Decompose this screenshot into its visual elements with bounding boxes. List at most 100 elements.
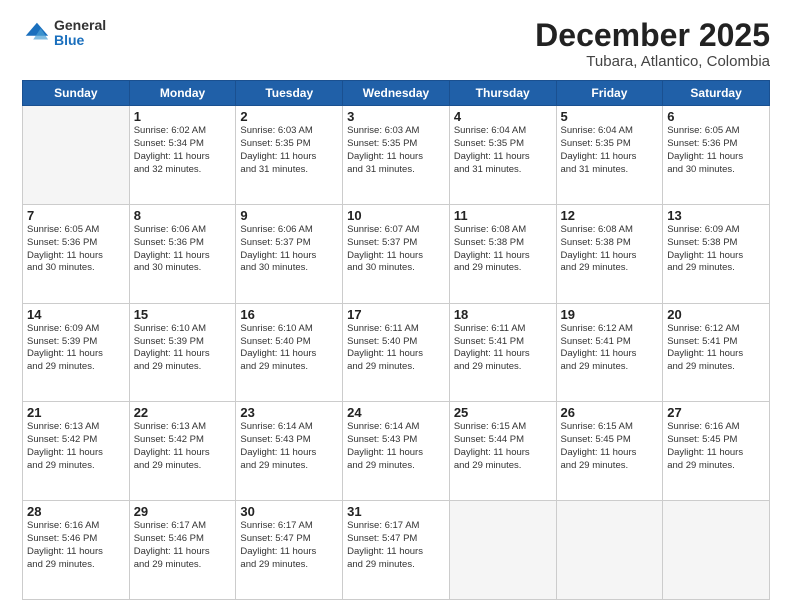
day-number: 22 xyxy=(134,405,232,420)
day-number: 30 xyxy=(240,504,338,519)
day-number: 29 xyxy=(134,504,232,519)
day-number: 28 xyxy=(27,504,125,519)
day-info: Sunrise: 6:13 AM Sunset: 5:42 PM Dayligh… xyxy=(27,421,125,472)
day-number: 4 xyxy=(454,109,552,124)
day-info: Sunrise: 6:05 AM Sunset: 5:36 PM Dayligh… xyxy=(27,224,125,275)
calendar-cell-day-19: 19Sunrise: 6:12 AM Sunset: 5:41 PM Dayli… xyxy=(556,303,663,402)
day-info: Sunrise: 6:15 AM Sunset: 5:45 PM Dayligh… xyxy=(561,421,659,472)
calendar-cell-day-11: 11Sunrise: 6:08 AM Sunset: 5:38 PM Dayli… xyxy=(449,204,556,303)
day-number: 1 xyxy=(134,109,232,124)
day-number: 23 xyxy=(240,405,338,420)
calendar-cell-empty xyxy=(556,501,663,600)
day-number: 12 xyxy=(561,208,659,223)
day-info: Sunrise: 6:02 AM Sunset: 5:34 PM Dayligh… xyxy=(134,125,232,176)
day-info: Sunrise: 6:14 AM Sunset: 5:43 PM Dayligh… xyxy=(347,421,445,472)
day-number: 8 xyxy=(134,208,232,223)
calendar-cell-day-24: 24Sunrise: 6:14 AM Sunset: 5:43 PM Dayli… xyxy=(343,402,450,501)
weekday-header-wednesday: Wednesday xyxy=(343,81,450,106)
day-number: 14 xyxy=(27,307,125,322)
day-number: 2 xyxy=(240,109,338,124)
day-number: 31 xyxy=(347,504,445,519)
day-number: 13 xyxy=(667,208,765,223)
day-info: Sunrise: 6:08 AM Sunset: 5:38 PM Dayligh… xyxy=(454,224,552,275)
calendar-cell-day-20: 20Sunrise: 6:12 AM Sunset: 5:41 PM Dayli… xyxy=(663,303,770,402)
day-number: 7 xyxy=(27,208,125,223)
day-number: 25 xyxy=(454,405,552,420)
day-info: Sunrise: 6:03 AM Sunset: 5:35 PM Dayligh… xyxy=(347,125,445,176)
calendar-title: December 2025 xyxy=(535,18,770,53)
day-info: Sunrise: 6:05 AM Sunset: 5:36 PM Dayligh… xyxy=(667,125,765,176)
calendar-cell-day-2: 2Sunrise: 6:03 AM Sunset: 5:35 PM Daylig… xyxy=(236,106,343,205)
title-block: December 2025 Tubara, Atlantico, Colombi… xyxy=(535,18,770,70)
calendar-cell-day-27: 27Sunrise: 6:16 AM Sunset: 5:45 PM Dayli… xyxy=(663,402,770,501)
calendar-cell-day-21: 21Sunrise: 6:13 AM Sunset: 5:42 PM Dayli… xyxy=(23,402,130,501)
day-number: 17 xyxy=(347,307,445,322)
calendar-week-row: 7Sunrise: 6:05 AM Sunset: 5:36 PM Daylig… xyxy=(23,204,770,303)
calendar-week-row: 28Sunrise: 6:16 AM Sunset: 5:46 PM Dayli… xyxy=(23,501,770,600)
calendar-cell-day-25: 25Sunrise: 6:15 AM Sunset: 5:44 PM Dayli… xyxy=(449,402,556,501)
calendar-week-row: 1Sunrise: 6:02 AM Sunset: 5:34 PM Daylig… xyxy=(23,106,770,205)
day-info: Sunrise: 6:17 AM Sunset: 5:46 PM Dayligh… xyxy=(134,520,232,571)
weekday-header-sunday: Sunday xyxy=(23,81,130,106)
calendar-cell-day-16: 16Sunrise: 6:10 AM Sunset: 5:40 PM Dayli… xyxy=(236,303,343,402)
day-info: Sunrise: 6:17 AM Sunset: 5:47 PM Dayligh… xyxy=(240,520,338,571)
calendar-cell-day-12: 12Sunrise: 6:08 AM Sunset: 5:38 PM Dayli… xyxy=(556,204,663,303)
day-number: 18 xyxy=(454,307,552,322)
calendar-table: SundayMondayTuesdayWednesdayThursdayFrid… xyxy=(22,80,770,600)
day-info: Sunrise: 6:16 AM Sunset: 5:45 PM Dayligh… xyxy=(667,421,765,472)
calendar-cell-day-5: 5Sunrise: 6:04 AM Sunset: 5:35 PM Daylig… xyxy=(556,106,663,205)
weekday-header-thursday: Thursday xyxy=(449,81,556,106)
day-info: Sunrise: 6:14 AM Sunset: 5:43 PM Dayligh… xyxy=(240,421,338,472)
day-info: Sunrise: 6:09 AM Sunset: 5:38 PM Dayligh… xyxy=(667,224,765,275)
day-info: Sunrise: 6:07 AM Sunset: 5:37 PM Dayligh… xyxy=(347,224,445,275)
calendar-cell-day-18: 18Sunrise: 6:11 AM Sunset: 5:41 PM Dayli… xyxy=(449,303,556,402)
logo-blue-text: Blue xyxy=(54,33,106,48)
calendar-cell-day-13: 13Sunrise: 6:09 AM Sunset: 5:38 PM Dayli… xyxy=(663,204,770,303)
calendar-cell-day-17: 17Sunrise: 6:11 AM Sunset: 5:40 PM Dayli… xyxy=(343,303,450,402)
day-info: Sunrise: 6:06 AM Sunset: 5:36 PM Dayligh… xyxy=(134,224,232,275)
day-number: 27 xyxy=(667,405,765,420)
day-info: Sunrise: 6:06 AM Sunset: 5:37 PM Dayligh… xyxy=(240,224,338,275)
calendar-cell-day-4: 4Sunrise: 6:04 AM Sunset: 5:35 PM Daylig… xyxy=(449,106,556,205)
calendar-cell-day-22: 22Sunrise: 6:13 AM Sunset: 5:42 PM Dayli… xyxy=(129,402,236,501)
weekday-header-saturday: Saturday xyxy=(663,81,770,106)
calendar-cell-day-10: 10Sunrise: 6:07 AM Sunset: 5:37 PM Dayli… xyxy=(343,204,450,303)
day-number: 21 xyxy=(27,405,125,420)
day-info: Sunrise: 6:11 AM Sunset: 5:41 PM Dayligh… xyxy=(454,323,552,374)
calendar-cell-day-31: 31Sunrise: 6:17 AM Sunset: 5:47 PM Dayli… xyxy=(343,501,450,600)
day-number: 19 xyxy=(561,307,659,322)
header: General Blue December 2025 Tubara, Atlan… xyxy=(22,18,770,70)
day-number: 10 xyxy=(347,208,445,223)
logo-text: General Blue xyxy=(54,18,106,49)
day-number: 9 xyxy=(240,208,338,223)
logo-icon xyxy=(22,19,50,47)
calendar-cell-day-8: 8Sunrise: 6:06 AM Sunset: 5:36 PM Daylig… xyxy=(129,204,236,303)
calendar-cell-day-30: 30Sunrise: 6:17 AM Sunset: 5:47 PM Dayli… xyxy=(236,501,343,600)
day-number: 3 xyxy=(347,109,445,124)
day-number: 16 xyxy=(240,307,338,322)
day-info: Sunrise: 6:12 AM Sunset: 5:41 PM Dayligh… xyxy=(561,323,659,374)
day-info: Sunrise: 6:10 AM Sunset: 5:40 PM Dayligh… xyxy=(240,323,338,374)
day-number: 24 xyxy=(347,405,445,420)
day-info: Sunrise: 6:08 AM Sunset: 5:38 PM Dayligh… xyxy=(561,224,659,275)
calendar-location: Tubara, Atlantico, Colombia xyxy=(535,53,770,70)
day-info: Sunrise: 6:11 AM Sunset: 5:40 PM Dayligh… xyxy=(347,323,445,374)
calendar-cell-day-1: 1Sunrise: 6:02 AM Sunset: 5:34 PM Daylig… xyxy=(129,106,236,205)
day-number: 15 xyxy=(134,307,232,322)
calendar-cell-day-15: 15Sunrise: 6:10 AM Sunset: 5:39 PM Dayli… xyxy=(129,303,236,402)
logo-general-text: General xyxy=(54,18,106,33)
day-info: Sunrise: 6:04 AM Sunset: 5:35 PM Dayligh… xyxy=(454,125,552,176)
weekday-header-tuesday: Tuesday xyxy=(236,81,343,106)
calendar-cell-day-3: 3Sunrise: 6:03 AM Sunset: 5:35 PM Daylig… xyxy=(343,106,450,205)
calendar-cell-day-28: 28Sunrise: 6:16 AM Sunset: 5:46 PM Dayli… xyxy=(23,501,130,600)
calendar-week-row: 14Sunrise: 6:09 AM Sunset: 5:39 PM Dayli… xyxy=(23,303,770,402)
weekday-header-row: SundayMondayTuesdayWednesdayThursdayFrid… xyxy=(23,81,770,106)
calendar-cell-empty xyxy=(663,501,770,600)
day-info: Sunrise: 6:12 AM Sunset: 5:41 PM Dayligh… xyxy=(667,323,765,374)
weekday-header-friday: Friday xyxy=(556,81,663,106)
weekday-header-monday: Monday xyxy=(129,81,236,106)
logo: General Blue xyxy=(22,18,106,49)
calendar-cell-day-23: 23Sunrise: 6:14 AM Sunset: 5:43 PM Dayli… xyxy=(236,402,343,501)
calendar-cell-day-6: 6Sunrise: 6:05 AM Sunset: 5:36 PM Daylig… xyxy=(663,106,770,205)
calendar-cell-empty xyxy=(449,501,556,600)
